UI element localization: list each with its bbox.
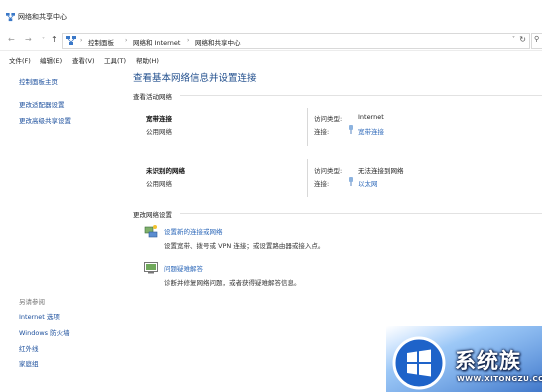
network-divider [307,108,308,146]
address-dropdown-icon[interactable]: ˅ [512,36,515,43]
section-divider [180,213,542,214]
troubleshoot-desc: 诊断并修复网络问题，或者获得疑难解答信息。 [164,279,301,287]
dialup-connection-icon [349,125,353,134]
menu-view[interactable]: 查看(V) [72,55,95,65]
menu-help[interactable]: 帮助(H) [136,55,159,65]
access-type-value: 无法连接到网络 [358,167,404,175]
address-box[interactable]: › 控制面板 › 网络和 Internet › 网络和共享中心 ˅ ↻ [62,33,530,49]
network-type[interactable]: 公用网络 [146,126,172,136]
network-divider [307,159,308,197]
network-type[interactable]: 公用网络 [146,178,172,188]
breadcrumb-separator-icon: › [187,37,190,44]
see-also-internet-options[interactable]: Internet 选项 [19,311,60,321]
breadcrumb-separator-icon: › [80,37,83,44]
connection-label: 连接: [314,180,330,188]
ethernet-connection-icon [349,177,353,186]
search-icon[interactable]: ⚲ [534,35,539,43]
menu-tools[interactable]: 工具(T) [104,55,126,65]
back-arrow-icon[interactable]: ← [8,35,15,45]
new-connection-icon [144,225,158,238]
up-arrow-icon[interactable]: ↑ [51,35,58,45]
troubleshoot-icon [144,262,158,274]
see-also-windows-firewall[interactable]: Windows 防火墙 [19,327,70,337]
watermark-url: WWW.XITONGZU.COM [457,375,542,383]
breadcrumb-control-panel[interactable]: 控制面板 [88,37,114,47]
sidebar-item-change-adapter-settings[interactable]: 更改适配器设置 [19,99,65,109]
setup-new-connection-desc: 设置宽带、拨号或 VPN 连接；或设置路由器或接入点。 [164,242,325,250]
sidebar-item-change-advanced-sharing[interactable]: 更改高级共享设置 [19,115,71,125]
see-also-infrared[interactable]: 红外线 [19,343,39,353]
change-settings-heading: 更改网络设置 [133,211,172,219]
address-bar: ← → ˅ ↑ › 控制面板 › 网络和 Internet › 网络和共享中心 … [0,30,542,51]
menu-edit[interactable]: 编辑(E) [40,55,62,65]
recent-locations-chevron-icon[interactable]: ˅ [42,36,45,46]
network-center-icon [6,13,15,22]
access-type-value: Internet [358,113,384,121]
breadcrumb-network-sharing-center[interactable]: 网络和共享中心 [195,37,241,47]
page-title: 查看基本网络信息并设置连接 [133,73,257,84]
access-type-label: 访问类型: [314,167,343,175]
network-name: 未识别的网络 [146,167,185,175]
window-title: 网络和共享中心 [18,13,67,21]
troubleshoot-link[interactable]: 问题疑难解答 [164,263,203,273]
breadcrumb-network-internet[interactable]: 网络和 Internet [133,37,180,47]
windows-logo-icon [392,336,446,390]
active-networks-heading: 查看活动网络 [133,93,172,101]
connection-link[interactable]: 宽带连接 [358,126,384,136]
menu-bar: 文件(F) 编辑(E) 查看(V) 工具(T) 帮助(H) [0,51,542,65]
connection-link[interactable]: 以太网 [358,178,378,188]
watermark-brand-text: 系统族 [455,349,521,373]
breadcrumb-separator-icon: › [125,37,128,44]
network-name: 宽带连接 [146,115,172,123]
connection-label: 连接: [314,128,330,136]
title-bar: 网络和共享中心 [0,0,542,30]
forward-arrow-icon[interactable]: → [25,35,32,45]
access-type-label: 访问类型: [314,115,343,123]
setup-new-connection-link[interactable]: 设置新的连接或网络 [164,226,223,236]
see-also-homegroup[interactable]: 家庭组 [19,358,39,368]
control-panel-icon [66,36,76,45]
sidebar-item-control-panel-home[interactable]: 控制面板主页 [19,76,58,86]
section-divider [180,95,542,96]
refresh-icon[interactable]: ↻ [519,35,526,44]
see-also-heading: 另请参阅 [19,298,45,306]
menu-file[interactable]: 文件(F) [9,55,31,65]
